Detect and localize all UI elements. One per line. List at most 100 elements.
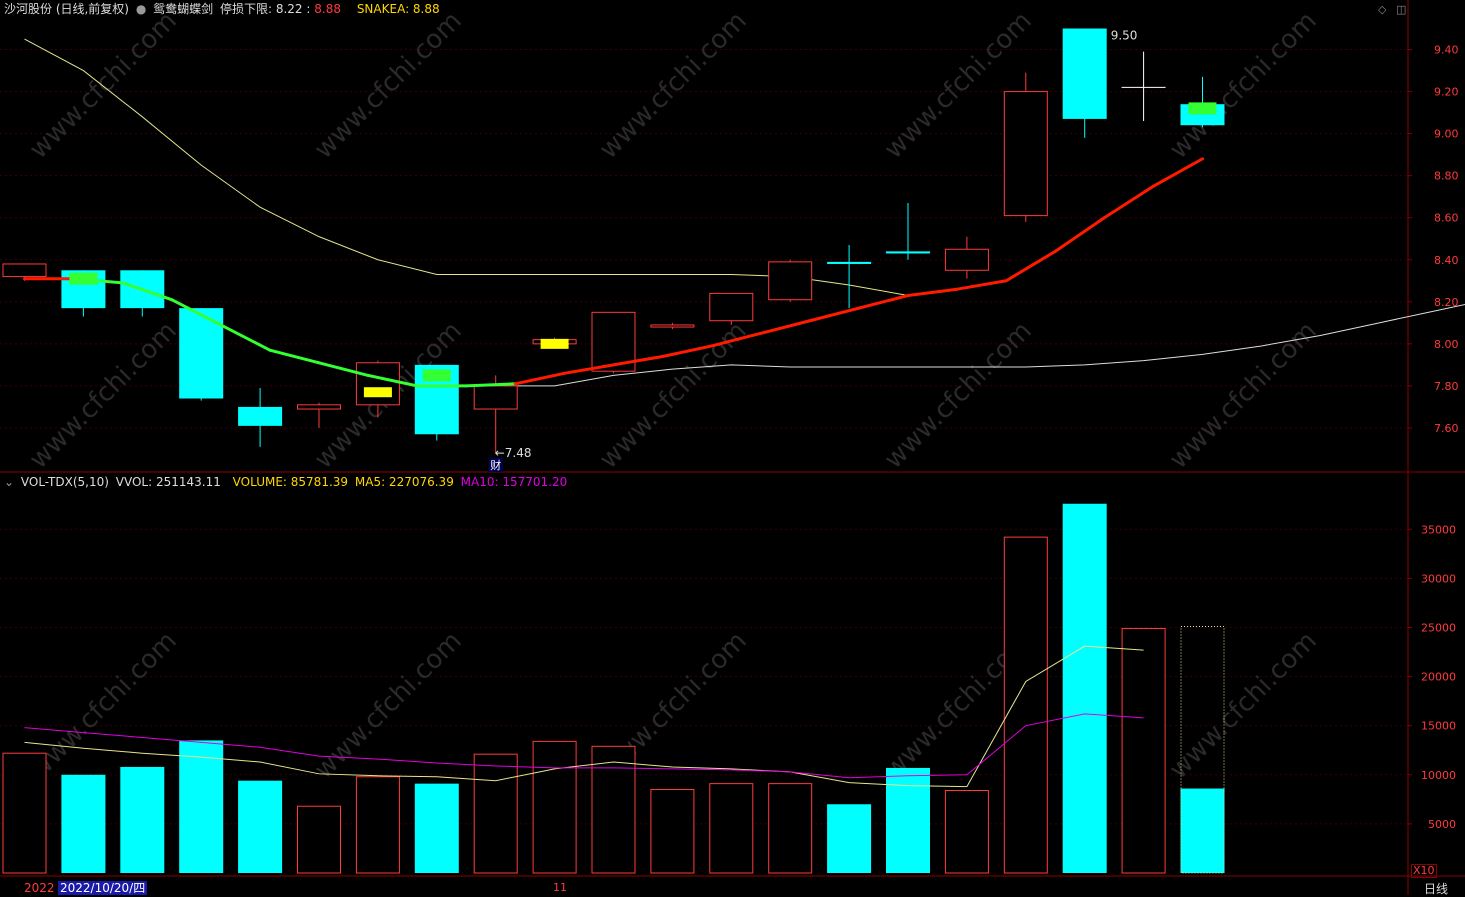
volume-bar — [414, 783, 459, 873]
candle-body — [297, 404, 341, 410]
vol-indicator-name[interactable]: VOL-TDX(5,10) — [21, 475, 109, 489]
chart-header: 沙河股份 (日线,前复权) ● 鸳鸯蝴蝶剑 停损下限: 8.22 : 8.88 … — [4, 1, 443, 17]
price-tick-label: 8.40 — [1434, 254, 1459, 267]
candle — [1062, 28, 1107, 138]
volume-tick-label: 30000 — [1421, 572, 1456, 585]
candle-body — [2, 263, 47, 278]
snake-line-segment — [808, 306, 861, 323]
green-marker — [422, 369, 451, 382]
stock-chart[interactable]: www.cfchi.com www.cfchi.com www.cfchi.com w… — [0, 0, 1465, 895]
period-label[interactable]: 日线 — [1424, 880, 1448, 897]
volume-bar — [944, 790, 989, 874]
candle — [944, 236, 989, 279]
snake-line-segment — [1004, 249, 1057, 283]
stock-title[interactable]: 沙河股份 (日线,前复权) — [4, 2, 129, 16]
snake-line-segment — [1151, 157, 1204, 188]
volume-bar — [768, 783, 813, 874]
watermark: www.cfchi.com — [24, 316, 183, 475]
price-tick-label: 9.40 — [1434, 44, 1459, 57]
volume-tick-label: 10000 — [1421, 769, 1456, 782]
indicator-name[interactable]: 鸳鸯蝴蝶剑 — [153, 2, 213, 16]
watermark: www.cfchi.com — [309, 626, 468, 785]
indicator-dot-icon[interactable]: ● — [136, 2, 146, 16]
candle-body — [709, 292, 754, 322]
volume-bar — [238, 780, 283, 873]
volume-bar — [827, 804, 872, 873]
snake-line-segment — [513, 371, 566, 386]
date-partial: 2022 — [24, 881, 55, 895]
candle-body — [886, 251, 930, 254]
candle — [238, 388, 283, 447]
volume-bar — [1180, 788, 1225, 873]
volume-bar — [61, 774, 106, 873]
stop-loss-sep: : — [306, 2, 311, 16]
high-price-label: 9.50 — [1111, 29, 1138, 43]
green-marker — [69, 272, 98, 285]
snake-line-segment — [219, 323, 272, 352]
window-toggle-icon[interactable]: ◫ — [1396, 3, 1406, 16]
snake-line-segment — [906, 287, 959, 298]
volume-tick-label: 35000 — [1421, 523, 1456, 536]
watermark: www.cfchi.com — [879, 316, 1038, 475]
yellow-marker — [540, 338, 569, 349]
watermark: www.cfchi.com — [594, 6, 753, 165]
candle — [886, 203, 930, 260]
candle-body — [944, 248, 989, 271]
volume-panel — [2, 503, 1225, 874]
volume-bar — [1003, 536, 1048, 874]
green-marker — [1188, 102, 1217, 115]
candle — [768, 259, 813, 302]
candle-body — [827, 261, 872, 264]
month-marker: 11 — [553, 881, 567, 894]
yellow-marker — [363, 387, 392, 398]
candle — [827, 245, 872, 309]
candle — [1121, 51, 1166, 122]
candle-body — [768, 261, 813, 301]
vvol-value: VVOL: 251143.11 — [115, 475, 221, 489]
watermark: www.cfchi.com — [1164, 626, 1323, 785]
volume-bar — [1121, 627, 1166, 874]
volume-bar — [650, 789, 695, 874]
ma10-value: MA10: 157701.20 — [460, 475, 568, 489]
snake-line-segment — [955, 279, 1008, 291]
volume-bar — [886, 767, 930, 873]
snake-line-segment — [268, 348, 321, 365]
chevron-down-icon[interactable]: ⌄ — [4, 475, 14, 489]
candle — [297, 402, 341, 428]
volume-bar — [709, 783, 754, 874]
candle-body — [650, 324, 695, 328]
diamond-icon[interactable]: ◇ — [1378, 3, 1386, 16]
watermark: www.cfchi.com — [309, 6, 468, 165]
price-tick-label: 8.00 — [1434, 338, 1459, 351]
volume-bar — [355, 776, 400, 874]
volume-tick-label: 5000 — [1428, 818, 1456, 831]
volume-bar — [179, 740, 224, 873]
price-tick-label: 7.80 — [1434, 380, 1459, 393]
price-tick-label: 9.00 — [1434, 128, 1459, 141]
candle-body — [1003, 91, 1048, 217]
event-badge-label: 财 — [490, 458, 501, 472]
price-tick-label: 8.80 — [1434, 170, 1459, 183]
watermark: www.cfchi.com — [1164, 6, 1323, 165]
snake-line-segment — [759, 319, 812, 335]
volume-header: ⌄ VOL-TDX(5,10) VVOL: 251143.11 VOLUME: … — [4, 474, 570, 490]
price-tick-label: 8.60 — [1434, 212, 1459, 225]
ma5-value: MA5: 227076.39 — [354, 475, 454, 489]
unit-multiplier: X10 — [1411, 864, 1437, 878]
candle — [473, 375, 518, 454]
snake-line-segment — [1102, 184, 1155, 220]
candle-body — [355, 362, 400, 406]
volume-bar — [473, 753, 518, 874]
volume-bar — [2, 752, 47, 874]
volume-tick-label: 15000 — [1421, 720, 1456, 733]
volume-bar — [1062, 503, 1107, 873]
volume-bar — [297, 805, 341, 874]
candle — [709, 292, 754, 325]
watermark: www.cfchi.com — [24, 6, 183, 165]
price-tick-label: 8.20 — [1434, 296, 1459, 309]
snake-line-segment — [464, 382, 517, 388]
candle — [650, 322, 695, 330]
candle-body — [473, 385, 518, 410]
volume-value: VOLUME: 85781.39 — [232, 475, 349, 489]
price-axis: 7.60 7.80 8.00 8.20 8.40 8.60 8.80 9.00 9.20 9.40… — [1408, 44, 1459, 831]
